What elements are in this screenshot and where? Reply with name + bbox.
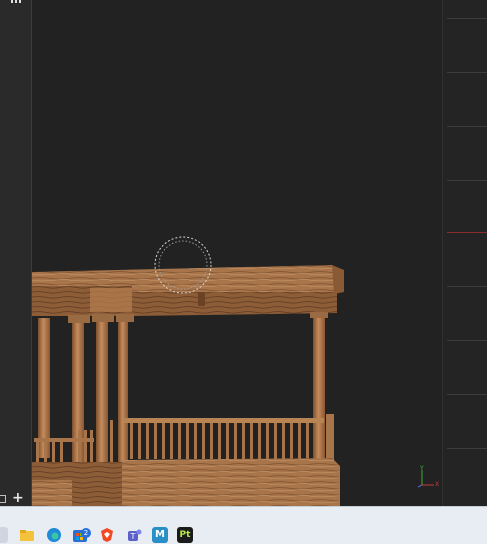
axis-y-label: Y	[420, 465, 424, 472]
file-explorer-icon[interactable]	[19, 527, 35, 543]
ruler-marker	[447, 232, 487, 233]
ruler-tick	[447, 180, 487, 181]
axis-gizmo[interactable]: Y X	[412, 466, 440, 490]
wooden-pavilion-model[interactable]	[32, 265, 344, 506]
ruler-tick	[447, 448, 487, 449]
teams-icon[interactable]: T	[126, 527, 142, 543]
windows-taskbar: 2 T M Pt	[0, 506, 487, 544]
edge-browser-icon[interactable]	[46, 527, 62, 543]
scene-render	[32, 236, 344, 506]
right-ruler-panel	[442, 0, 487, 506]
add-button[interactable]: +	[12, 489, 24, 507]
ruler-tick	[447, 18, 487, 19]
m-app-icon[interactable]: M	[152, 527, 168, 543]
axis-x-label: X	[435, 481, 440, 488]
pt-app-icon[interactable]: Pt	[177, 527, 193, 543]
3d-viewport[interactable]	[32, 0, 442, 506]
ruler-tick	[447, 126, 487, 127]
brave-browser-icon[interactable]	[99, 527, 115, 543]
notification-badge: 2	[81, 528, 91, 538]
ruler-tick	[447, 286, 487, 287]
ruler-tick	[447, 394, 487, 395]
left-strip-footer: +	[0, 489, 31, 507]
svg-text:T: T	[130, 532, 136, 541]
windows-start-icon[interactable]	[0, 527, 8, 543]
grip-icon[interactable]	[10, 0, 22, 6]
ruler-tick	[447, 340, 487, 341]
ruler-tick	[447, 72, 487, 73]
left-tool-strip: +	[0, 0, 32, 506]
panel-square-icon[interactable]	[0, 495, 6, 503]
